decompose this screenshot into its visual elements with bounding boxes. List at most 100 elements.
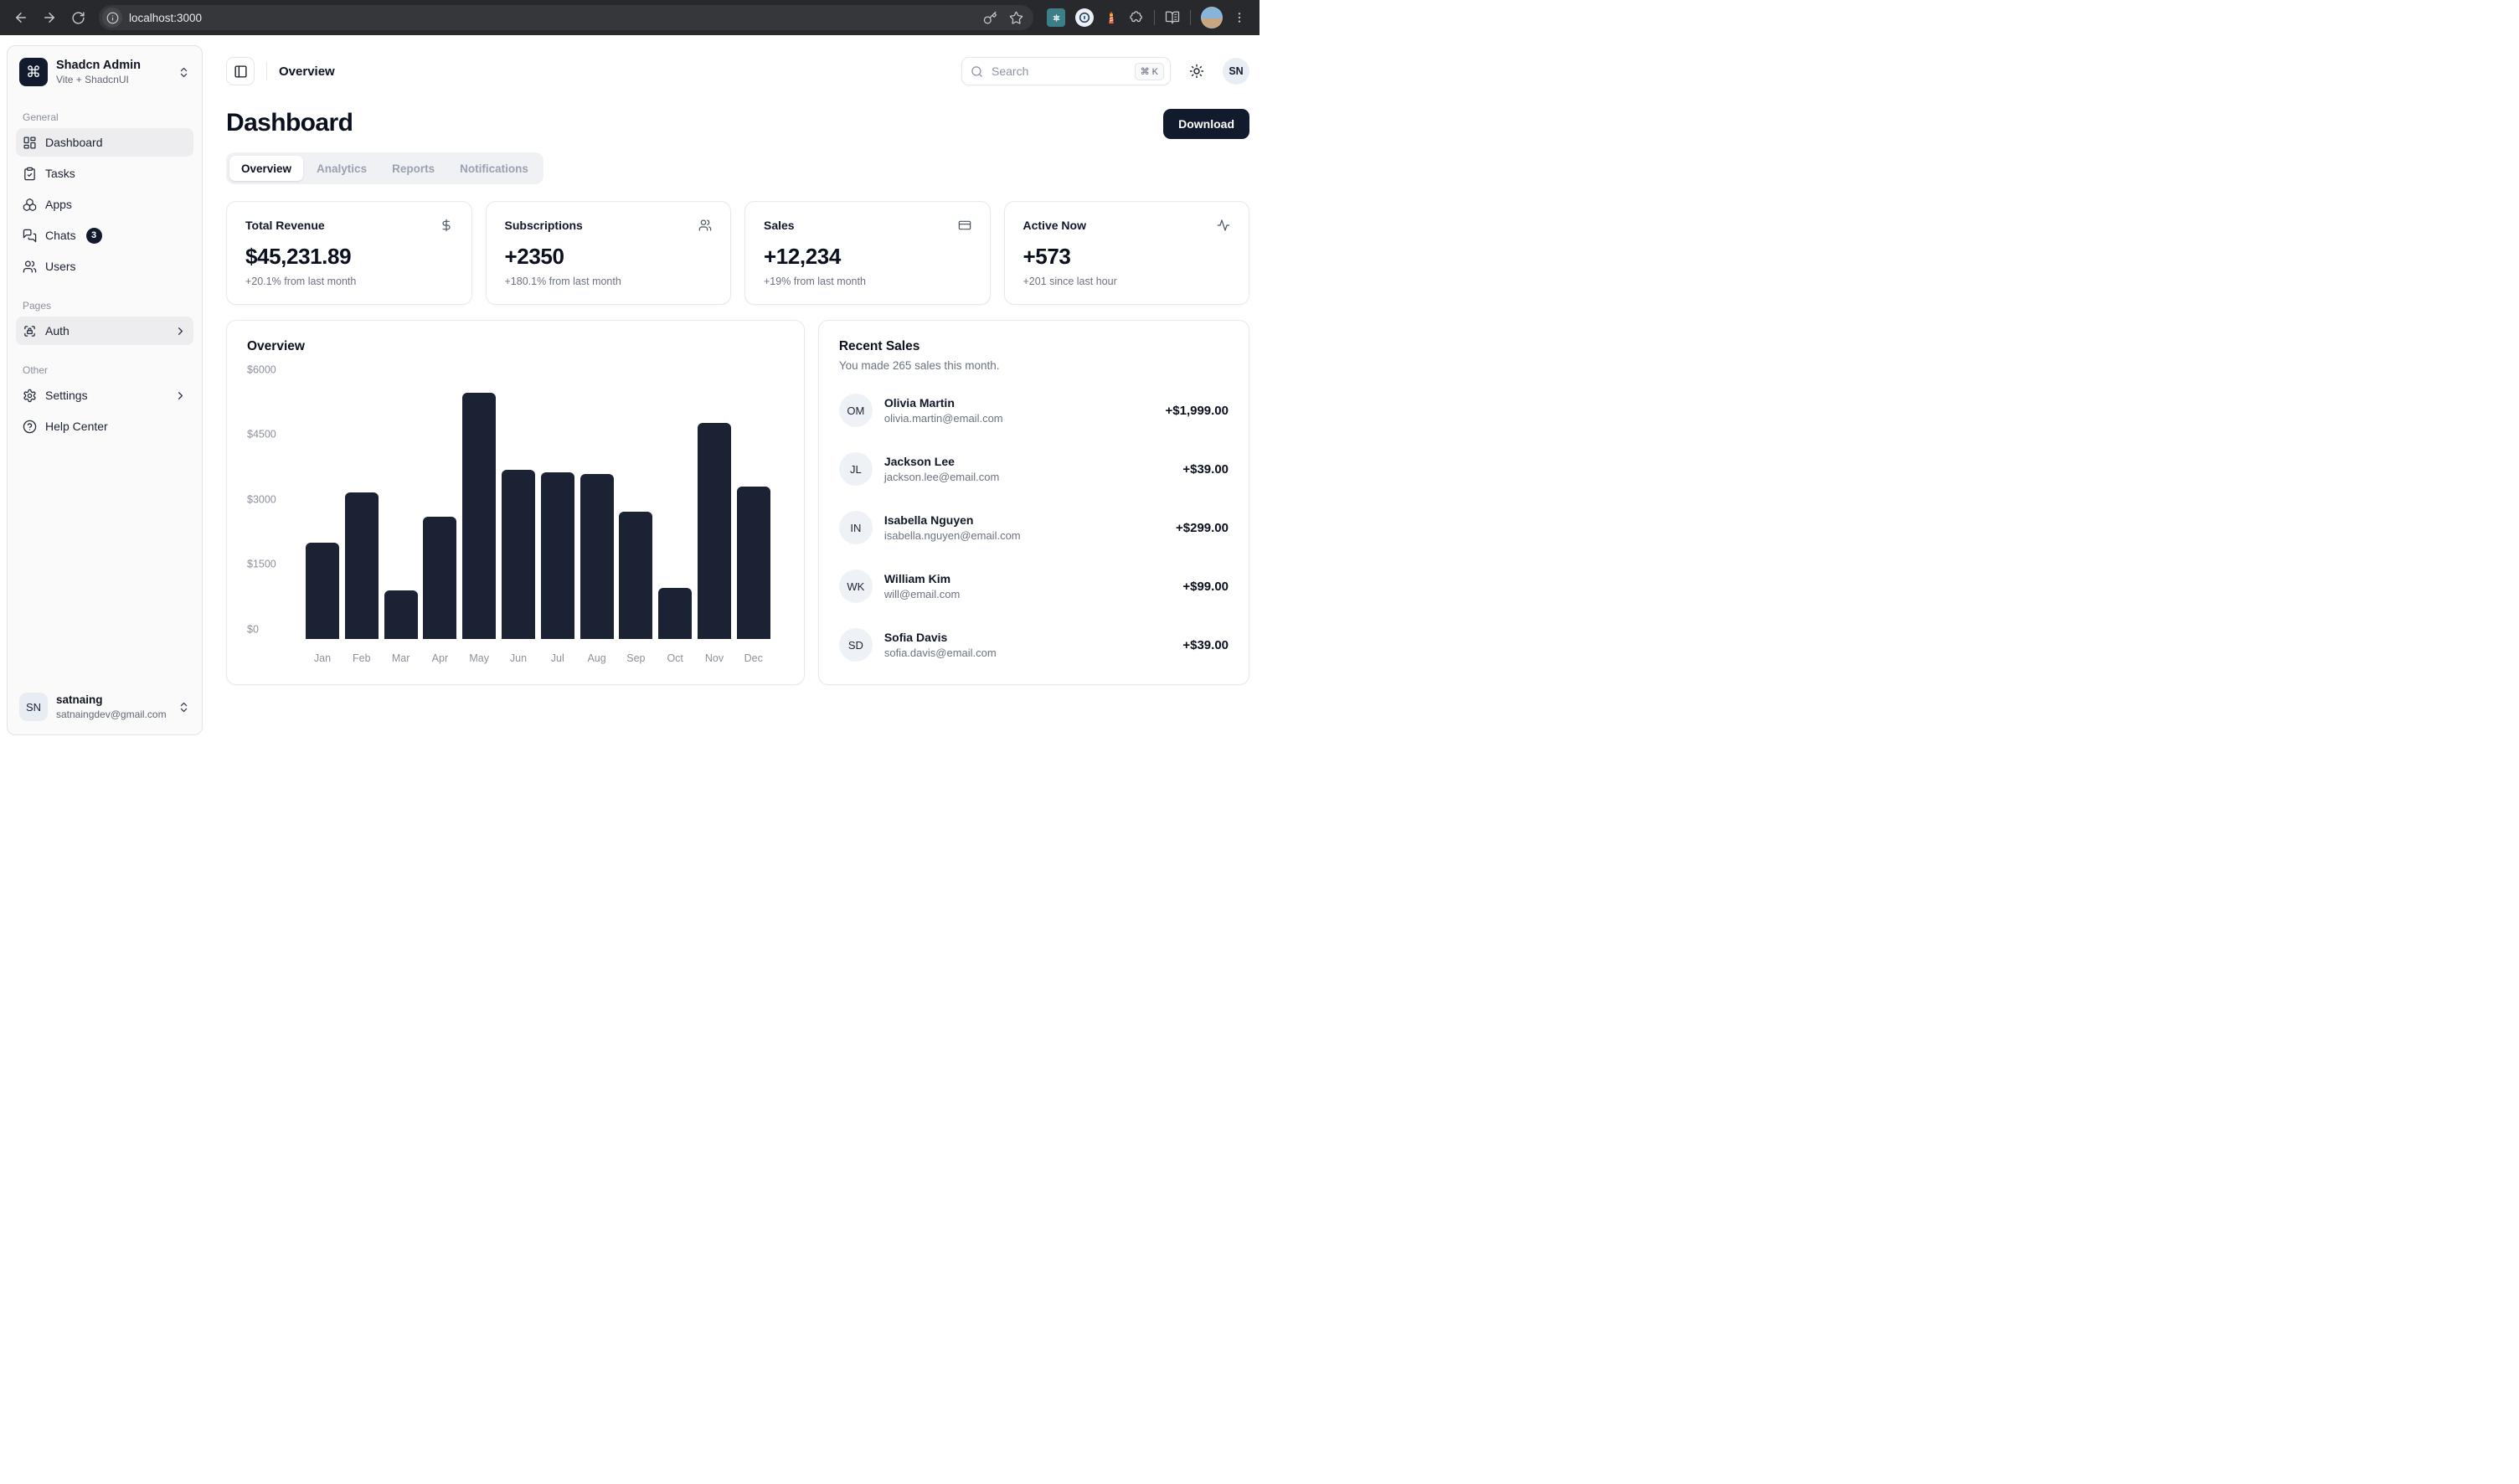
bar-apr [423,517,456,640]
stat-title: Sales [764,219,795,232]
toolbar-divider [1190,10,1191,25]
sidebar-section-label: General [16,111,193,123]
toolbar-divider [1154,10,1155,25]
browser-reload-button[interactable] [65,5,90,30]
list-item: OM Olivia Martin olivia.martin@email.com… [839,394,1229,427]
browser-forward-button[interactable] [37,5,62,30]
stat-title: Subscriptions [505,219,583,232]
sidebar-item-chats[interactable]: Chats 3 [16,221,193,250]
gear-icon [23,389,37,403]
sale-email: will@email.com [884,588,961,600]
tasks-checklist-icon [23,167,37,181]
sale-name: Olivia Martin [884,396,1003,410]
sidebar-toggle-button[interactable] [226,57,255,85]
url-text[interactable]: localhost:3000 [129,12,976,24]
site-info-icon[interactable] [102,8,122,28]
extension-1password-icon[interactable] [1075,8,1094,27]
chevrons-up-down-icon [178,66,190,79]
sidebar-item-users[interactable]: Users [16,252,193,281]
bar-jul [541,472,574,639]
sale-name: Isabella Nguyen [884,513,1021,528]
sidebar-item-label: Settings [45,389,88,402]
sale-amount: +$39.00 [1182,462,1229,477]
sale-email: jackson.lee@email.com [884,471,999,483]
download-button[interactable]: Download [1163,109,1249,139]
avatar: WK [839,569,873,603]
stat-title: Total Revenue [245,219,325,232]
browser-profile-avatar[interactable] [1201,7,1223,28]
sidebar-item-label: Dashboard [45,136,103,149]
avatar: OM [839,394,873,427]
stat-value: $45,231.89 [245,244,453,270]
tab-reports[interactable]: Reports [380,156,446,181]
team-subtitle: Vite + ShadcnUI [56,74,141,85]
chevron-right-icon [174,389,187,402]
tab-overview[interactable]: Overview [229,156,303,181]
profile-avatar[interactable]: SN [1223,58,1249,85]
stat-card-subscriptions: Subscriptions +2350 +180.1% from last mo… [486,201,732,305]
bar-dec [737,487,770,639]
topbar: Overview ⌘ K SN [226,45,1249,97]
users-icon [698,219,712,232]
browser-back-button[interactable] [8,5,33,30]
topbar-divider [266,62,267,80]
sale-email: sofia.davis@email.com [884,647,997,659]
browser-toolbar: localhost:3000 [0,0,1260,35]
sale-email: isabella.nguyen@email.com [884,529,1021,542]
tab-analytics[interactable]: Analytics [305,156,379,181]
sidebar-user-menu[interactable]: SN satnaing satnaingdev@gmail.com [16,688,193,726]
y-tick-label: $1500 [247,559,276,570]
extension-teal-icon[interactable] [1047,8,1065,27]
credit-card-icon [958,219,971,232]
team-switcher[interactable]: ⌘ Shadcn Admin Vite + ShadcnUI [16,54,193,90]
sidebar-item-settings[interactable]: Settings [16,381,193,410]
sidebar-section-label: Pages [16,300,193,312]
sale-amount: +$99.00 [1182,580,1229,594]
chevron-right-icon [174,325,187,338]
x-tick-label: May [462,652,496,664]
list-item: IN Isabella Nguyen isabella.nguyen@email… [839,511,1229,544]
avatar: IN [839,511,873,544]
arrow-left-icon [13,10,28,25]
browser-menu-icon[interactable] [1233,11,1246,24]
address-bar[interactable]: localhost:3000 [99,5,1033,30]
search-field[interactable] [990,64,1128,79]
extensions-puzzle-icon[interactable] [1129,10,1144,25]
sidebar-item-apps[interactable]: Apps [16,190,193,219]
list-item: SD Sofia Davis sofia.davis@email.com +$3… [839,628,1229,662]
reading-list-icon[interactable] [1165,10,1180,25]
bar-chart: $6000$4500$3000$1500$0 JanFebMarAprMayJu… [247,369,784,664]
users-icon [23,260,37,274]
tab-notifications[interactable]: Notifications [448,156,540,181]
sidebar-item-label: Users [45,260,76,273]
sidebar: ⌘ Shadcn Admin Vite + ShadcnUI General D… [7,45,203,735]
chats-unread-badge: 3 [86,228,102,244]
x-tick-label: Jul [541,652,574,664]
x-tick-label: Nov [698,652,731,664]
y-tick-label: $3000 [247,494,276,505]
sidebar-item-tasks[interactable]: Tasks [16,159,193,188]
theme-toggle-button[interactable] [1186,60,1208,82]
password-key-icon[interactable] [983,11,997,25]
command-logo-icon: ⌘ [19,58,48,86]
extension-lighthouse-icon[interactable] [1104,10,1119,25]
sidebar-item-dashboard[interactable]: Dashboard [16,128,193,157]
x-tick-label: Feb [345,652,379,664]
bookmark-star-icon[interactable] [1009,11,1023,25]
sidebar-item-help-center[interactable]: Help Center [16,412,193,441]
extensions-area [1042,7,1251,28]
sun-icon [1189,64,1204,79]
stat-change: +180.1% from last month [505,276,713,287]
stat-value: +2350 [505,244,713,270]
search-input[interactable]: ⌘ K [961,57,1171,85]
x-tick-label: Apr [423,652,456,664]
recent-sales-card: Recent Sales You made 265 sales this mon… [818,320,1249,685]
bar-jan [306,543,339,639]
x-tick-label: Oct [658,652,692,664]
layout-dashboard-icon [23,136,37,150]
chart-title: Overview [247,339,784,354]
bar-oct [658,588,692,639]
sidebar-item-auth[interactable]: Auth [16,317,193,345]
dashboard-tabs: Overview Analytics Reports Notifications [226,152,543,184]
x-tick-label: Jun [502,652,535,664]
